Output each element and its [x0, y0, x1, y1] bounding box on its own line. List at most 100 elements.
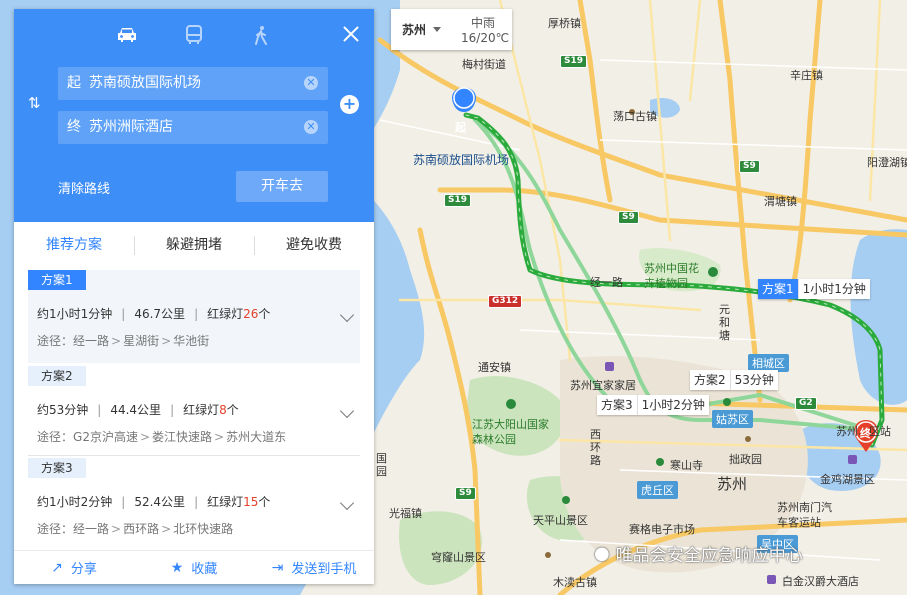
chevron-down-icon[interactable]	[339, 307, 355, 323]
map-label-tongan: 通安镇	[478, 361, 511, 374]
route-tag-time: 1小时2分钟	[636, 395, 709, 415]
plan-tag: 方案2	[28, 366, 86, 386]
watermark: ● 唯品会安全应急响应中心	[594, 541, 803, 566]
weather-condition: 中雨	[471, 16, 496, 30]
road-shield: G312	[488, 295, 523, 308]
tab-avoid-congestion[interactable]: 躲避拥堵	[134, 222, 254, 269]
chevron-down-icon[interactable]	[339, 403, 355, 419]
plan-tag: 方案1	[28, 270, 86, 290]
plan-item-3[interactable]: 方案3 约1小时2分钟 | 52.4公里 | 红绿灯15个 途径：经一路 > 西环路 > 北环快…	[28, 458, 360, 546]
add-waypoint-icon[interactable]: +	[340, 95, 359, 114]
route-tag-time: 53分钟	[729, 370, 778, 390]
map-label-jingyi: 经一路	[590, 276, 623, 289]
destination-value: 苏州洲际酒店	[89, 119, 173, 135]
weather-widget[interactable]: 苏州 中雨 16/20℃	[391, 9, 512, 50]
plan-lights-label: 红绿灯	[207, 495, 244, 509]
send-to-phone-button[interactable]: ⇥ 发送到手机	[254, 551, 374, 584]
road-shield: G2	[795, 397, 817, 410]
share-icon: ↗	[51, 559, 63, 576]
route-preferences: 推荐方案 躲避拥堵 避免收费	[14, 222, 374, 269]
plan-path-road: 经一路	[73, 334, 110, 348]
route-panel-header: ⇅ 起苏南硕放国际机场 ✕ 终苏州洲际酒店 ✕ + 清除路线 开车去	[14, 9, 374, 222]
map-label-suzhou: 苏州	[717, 475, 748, 493]
plan-item-1[interactable]: 方案1 约1小时1分钟 | 46.7公里 | 红绿灯26个 途径：经一路 > 星湖街 > 华池街	[28, 270, 360, 363]
favorite-button[interactable]: ★ 收藏	[134, 551, 254, 584]
mode-walk[interactable]	[247, 23, 275, 47]
drive-button[interactable]: 开车去	[236, 171, 328, 202]
plan-time: 约1小时2分钟	[37, 495, 113, 509]
close-icon[interactable]	[340, 23, 362, 45]
map-label-xihuan: 西环路	[590, 428, 601, 467]
car-icon	[118, 28, 136, 42]
map-label-guangfu: 光福镇	[389, 507, 422, 520]
plan-path-road: 星湖街	[123, 334, 160, 348]
district-tag[interactable]: 姑苏区	[712, 410, 753, 428]
road-shield: S9	[618, 211, 639, 224]
route-tag-plan1[interactable]: 方案1 1小时1分钟	[758, 279, 870, 299]
route-panel: ⇅ 起苏南硕放国际机场 ✕ 终苏州洲际酒店 ✕ + 清除路线 开车去 推荐方案 …	[14, 9, 374, 584]
map-label-zhuozheng: 拙政园	[729, 453, 762, 466]
map-label-dangkou: 荡口古镇	[613, 110, 657, 123]
map-label-start-name: 苏南硕放国际机场	[413, 153, 510, 167]
plan-lights-unit: 个	[258, 307, 271, 321]
road-shield: S19	[444, 194, 472, 207]
route-tag-name: 方案2	[690, 370, 730, 390]
route-tag-plan2[interactable]: 方案2 53分钟	[690, 370, 778, 390]
plan-lights-unit: 个	[258, 495, 271, 509]
plan-path-label: 途径：	[37, 522, 74, 536]
map-label-weitang: 渭塘镇	[764, 195, 797, 208]
favorite-label: 收藏	[191, 562, 218, 577]
plan-summary: 约1小时2分钟 | 52.4公里 | 红绿灯15个	[37, 495, 271, 509]
route-tag-plan3[interactable]: 方案3 1小时2分钟	[597, 395, 709, 415]
share-label: 分享	[70, 562, 97, 577]
map-label-meicun: 梅村街道	[462, 58, 506, 71]
map-label-qionglong: 穹窿山景区	[431, 551, 486, 564]
plan-lights-label: 红绿灯	[207, 307, 244, 321]
clear-route-link[interactable]: 清除路线	[58, 178, 110, 197]
weather-city[interactable]: 苏州	[402, 21, 426, 38]
walk-icon	[255, 26, 267, 45]
swap-icon[interactable]: ⇅	[28, 93, 46, 113]
plan-path-road: 苏州大道东	[226, 430, 287, 444]
map-label-mudu: 木渎古镇	[553, 576, 597, 589]
map-label-houqiao: 厚桥镇	[548, 17, 581, 30]
divider	[28, 455, 360, 456]
tab-recommended[interactable]: 推荐方案	[14, 222, 134, 269]
clear-icon[interactable]: ✕	[304, 76, 318, 90]
bus-icon	[186, 25, 202, 44]
mode-car[interactable]	[113, 23, 141, 47]
district-tag[interactable]: 虎丘区	[637, 481, 678, 499]
map-label-dayangshan: 江苏大阳山国家森林公园	[472, 418, 549, 446]
plan-tag: 方案3	[28, 458, 86, 478]
plan-time: 约53分钟	[37, 403, 89, 417]
plan-summary: 约53分钟 | 44.4公里 | 红绿灯8个	[37, 403, 239, 417]
map-label-tianping: 天平山景区	[533, 514, 588, 527]
share-button[interactable]: ↗ 分享	[14, 551, 134, 584]
map-label-hanshan: 寒山寺	[670, 459, 703, 472]
road-shield: S9	[455, 487, 476, 500]
plan-path-road: 北环快速路	[173, 522, 234, 536]
origin-field[interactable]: 起苏南硕放国际机场 ✕	[58, 67, 328, 100]
route-tag-name: 方案1	[758, 279, 798, 299]
chevron-down-icon[interactable]	[339, 495, 355, 511]
plan-path-label: 途径：	[37, 334, 74, 348]
mode-bus[interactable]	[180, 23, 208, 47]
plan-lights-label: 红绿灯	[183, 403, 220, 417]
map-label-furniture: 苏州宜家家居	[570, 379, 636, 392]
map-label-yangcheng: 阳澄湖镇	[867, 156, 907, 169]
destination-field[interactable]: 终苏州洲际酒店 ✕	[58, 111, 328, 144]
clear-icon[interactable]: ✕	[304, 120, 318, 134]
wechat-icon: ●	[594, 543, 610, 564]
chevron-down-icon[interactable]	[433, 27, 441, 32]
end-marker-label: 终	[860, 427, 871, 440]
map-label-xinzhuang: 辛庄镇	[790, 69, 823, 82]
plan-path-road: 华池街	[173, 334, 210, 348]
plan-lights-count: 15	[243, 495, 259, 509]
plan-item-2[interactable]: 方案2 约53分钟 | 44.4公里 | 红绿灯8个 途径：G2京沪高速 > 娄江快速路 > 苏…	[28, 366, 360, 454]
plan-time: 约1小时1分钟	[37, 307, 113, 321]
plan-lights-count: 8	[219, 403, 227, 417]
plan-path-road: 西环路	[123, 522, 160, 536]
plan-path: 途径：经一路 > 西环路 > 北环快速路	[37, 522, 234, 536]
plan-path: 途径：经一路 > 星湖街 > 华池街	[37, 334, 210, 348]
tab-avoid-tolls[interactable]: 避免收费	[254, 222, 374, 269]
